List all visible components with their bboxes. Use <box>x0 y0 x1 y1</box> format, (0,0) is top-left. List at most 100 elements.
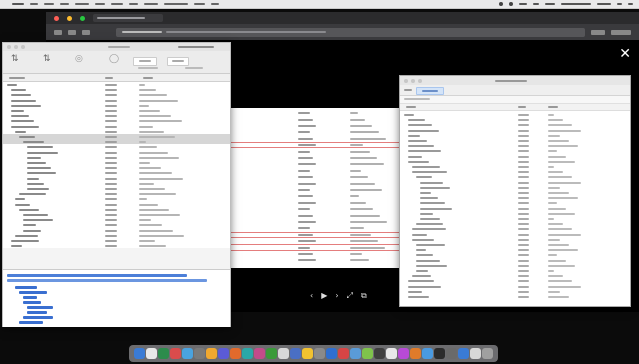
dock-app-icon[interactable] <box>422 348 433 359</box>
view-select[interactable] <box>167 57 189 66</box>
menu-item[interactable] <box>164 3 188 5</box>
cell-value <box>350 246 385 250</box>
zoom-window-button[interactable] <box>21 45 25 49</box>
search-icon[interactable] <box>617 3 622 5</box>
close-window-button[interactable] <box>7 45 11 49</box>
notification-icon[interactable] <box>628 3 633 5</box>
menu-item[interactable] <box>60 3 69 5</box>
list-item[interactable] <box>400 294 630 299</box>
table-row[interactable] <box>230 257 410 263</box>
dock-app-icon[interactable] <box>266 348 277 359</box>
dock-app-icon[interactable] <box>146 348 157 359</box>
menu-item[interactable] <box>129 3 138 5</box>
dock-app-icon[interactable] <box>482 348 493 359</box>
forward-icon[interactable] <box>68 29 76 35</box>
console-line <box>15 286 37 289</box>
dock-app-icon[interactable] <box>338 348 349 359</box>
close-window-button[interactable] <box>404 78 408 83</box>
status-icon[interactable] <box>509 2 513 6</box>
menu-item[interactable] <box>12 3 24 5</box>
close-icon[interactable]: ✕ <box>619 46 631 62</box>
extension-icons[interactable] <box>591 29 605 35</box>
status-icon[interactable] <box>519 3 527 5</box>
next-icon[interactable]: › <box>335 291 338 301</box>
column-value[interactable] <box>548 106 558 108</box>
cell-value <box>350 150 370 154</box>
dock-app-icon[interactable] <box>134 348 145 359</box>
dock <box>129 345 498 362</box>
dock-app-icon[interactable] <box>242 348 253 359</box>
cell-value <box>350 258 369 262</box>
browser-titlebar <box>46 12 639 24</box>
dock-app-icon[interactable] <box>386 348 397 359</box>
toolbar-icons[interactable] <box>611 29 631 35</box>
menu-item[interactable] <box>44 3 54 5</box>
dock-app-icon[interactable] <box>206 348 217 359</box>
settings-icon[interactable]: ◎ <box>75 54 83 64</box>
format-select[interactable] <box>133 57 157 66</box>
plist-column-headers <box>3 74 230 82</box>
back-icon[interactable] <box>54 29 62 35</box>
wifi-icon[interactable] <box>533 3 539 5</box>
dock-app-icon[interactable] <box>446 348 457 359</box>
dock-app-icon[interactable] <box>194 348 205 359</box>
fullscreen-icon[interactable]: ⤢ <box>347 291 353 301</box>
dock-app-icon[interactable] <box>218 348 229 359</box>
reload-icon[interactable] <box>82 29 90 35</box>
status-icon[interactable] <box>499 2 503 6</box>
cell-type <box>298 111 310 115</box>
nav-icons[interactable] <box>404 89 412 91</box>
menu-item[interactable] <box>111 3 123 5</box>
column-key[interactable] <box>406 106 416 108</box>
menu-item[interactable] <box>30 3 38 5</box>
dock-app-icon[interactable] <box>470 348 481 359</box>
split-icon[interactable]: ⇅ <box>43 54 51 64</box>
dock-app-icon[interactable] <box>434 348 445 359</box>
column-type[interactable] <box>518 106 526 108</box>
list-item[interactable] <box>3 243 230 248</box>
close-window-button[interactable] <box>54 15 59 21</box>
info-icon[interactable]: ◯ <box>109 54 119 64</box>
dock-app-icon[interactable] <box>254 348 265 359</box>
dock-app-icon[interactable] <box>362 348 373 359</box>
console-line <box>7 279 207 282</box>
minimize-window-button[interactable] <box>67 15 72 21</box>
menu-item[interactable] <box>144 3 158 5</box>
browser-tab[interactable] <box>93 14 163 22</box>
dock-app-icon[interactable] <box>398 348 409 359</box>
dock-app-icon[interactable] <box>278 348 289 359</box>
menu-item[interactable] <box>211 3 219 5</box>
minimize-window-button[interactable] <box>14 45 18 49</box>
zoom-window-button[interactable] <box>418 78 422 83</box>
cell-value <box>350 188 382 192</box>
dock-app-icon[interactable] <box>350 348 361 359</box>
menu-item[interactable] <box>95 3 105 5</box>
cell-type <box>298 150 310 154</box>
previous-icon[interactable]: ‹ <box>310 291 313 301</box>
menu-item[interactable] <box>194 3 205 5</box>
battery-icon[interactable] <box>545 3 555 5</box>
dock-app-icon[interactable] <box>158 348 169 359</box>
dock-app-icon[interactable] <box>302 348 313 359</box>
dock-app-icon[interactable] <box>170 348 181 359</box>
dock-app-icon[interactable] <box>326 348 337 359</box>
minimize-window-button[interactable] <box>411 78 415 83</box>
clock[interactable] <box>561 3 591 5</box>
tab-title <box>97 17 145 19</box>
dock-app-icon[interactable] <box>290 348 301 359</box>
zoom-window-button[interactable] <box>80 15 85 21</box>
menu-item[interactable] <box>75 3 89 5</box>
sort-icon[interactable]: ⇅ <box>11 54 19 64</box>
dock-app-icon[interactable] <box>410 348 421 359</box>
share-icon[interactable]: ⧉ <box>361 291 367 301</box>
dock-app-icon[interactable] <box>374 348 385 359</box>
user-name[interactable] <box>597 3 611 5</box>
dock-app-icon[interactable] <box>314 348 325 359</box>
url-bar[interactable] <box>116 27 585 37</box>
active-tab[interactable] <box>416 87 444 95</box>
dock-app-icon[interactable] <box>458 348 469 359</box>
dock-app-icon[interactable] <box>182 348 193 359</box>
play-icon[interactable]: ▶ <box>321 291 327 301</box>
dock-app-icon[interactable] <box>230 348 241 359</box>
cell-type <box>298 169 310 173</box>
